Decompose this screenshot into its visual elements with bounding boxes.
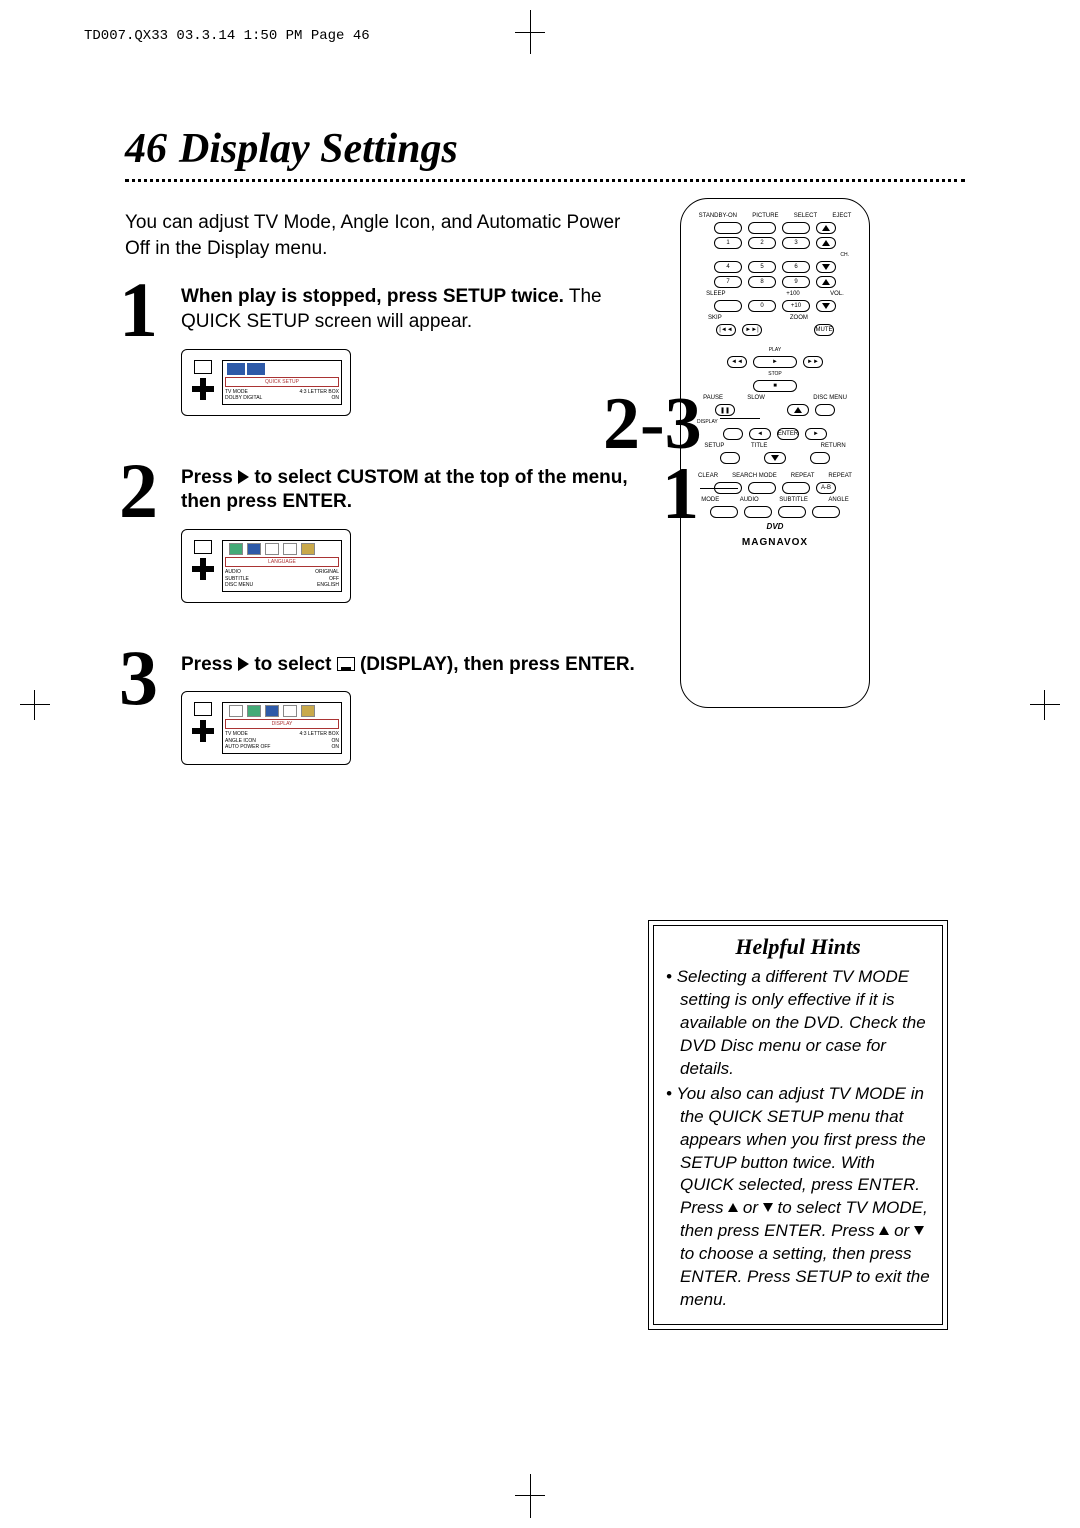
remote-label: SEARCH MODE xyxy=(732,473,777,479)
down-arrow-icon xyxy=(914,1226,924,1235)
remote-label: REPEAT xyxy=(791,473,815,479)
screen-diagram: QUICK SETUP TV MODE4:3 LETTER BOX DOLBY … xyxy=(181,349,351,416)
kv-val: ENGLISH xyxy=(317,582,339,589)
remote-key: 3 xyxy=(782,237,810,249)
remote-label: EJECT xyxy=(832,213,851,219)
remote-key: ►► xyxy=(803,356,823,368)
remote-key: 4 xyxy=(714,261,742,273)
dvd-logo: DVD xyxy=(691,522,859,531)
hints-title: Helpful Hints xyxy=(666,934,930,960)
screen-diagram: DISPLAY TV MODE4:3 LETTER BOX ANGLE ICON… xyxy=(181,691,351,765)
remote-key: A-B xyxy=(816,482,836,494)
remote-label: ANGLE xyxy=(828,497,848,503)
remote-label: REPEAT xyxy=(828,473,852,479)
remote-label: AUDIO xyxy=(740,497,759,503)
step-pre: Press xyxy=(181,467,238,488)
remote-label: +100 xyxy=(786,291,800,297)
kv-key: DISC MENU xyxy=(225,582,253,589)
screen-banner: QUICK SETUP xyxy=(225,377,339,387)
remote-key: 5 xyxy=(748,261,776,273)
remote-key: ◄◄ xyxy=(727,356,747,368)
step-text: Press to select CUSTOM at the top of the… xyxy=(181,466,665,515)
step-text: When play is stopped, press SETUP twice.… xyxy=(181,285,665,334)
hint-item: • Selecting a different TV MODE setting … xyxy=(666,966,930,1081)
step-number: 1 xyxy=(119,265,158,355)
remote-key: 6 xyxy=(782,261,810,273)
step-bold: When play is stopped, press SETUP twice. xyxy=(181,286,564,307)
step-number: 2 xyxy=(119,446,158,536)
title-rule xyxy=(125,179,965,182)
hint-item: • You also can adjust TV MODE in the QUI… xyxy=(666,1083,930,1312)
intro-text: You can adjust TV Mode, Angle Icon, and … xyxy=(125,210,645,261)
kv-val: ON xyxy=(332,744,340,751)
remote-key: 1 xyxy=(714,237,742,249)
screen-banner: LANGUAGE xyxy=(225,557,339,567)
remote-label: SLOW xyxy=(747,395,765,401)
remote-key: 0 xyxy=(748,300,776,312)
brand-logo: MAGNAVOX xyxy=(691,537,859,548)
remote-label: DISPLAY xyxy=(691,419,859,425)
display-icon xyxy=(337,657,355,671)
remote-label: CH. xyxy=(691,252,859,258)
remote-label: TITLE xyxy=(751,443,767,449)
remote-key: ENTER xyxy=(777,428,799,440)
page-title: Display Settings xyxy=(179,125,458,173)
remote-label: SETUP xyxy=(704,443,724,449)
remote-label: RETURN xyxy=(821,443,846,449)
step-mid: to select xyxy=(249,654,337,675)
screen-diagram: LANGUAGE AUDIOORIGINAL SUBTITLEOFF DISC … xyxy=(181,529,351,603)
remote-label: PICTURE xyxy=(752,213,778,219)
step-pre: Press xyxy=(181,654,238,675)
remote-label: CLEAR xyxy=(698,473,718,479)
remote-key: MUTE xyxy=(814,324,834,336)
down-arrow-icon xyxy=(763,1203,773,1212)
remote-label: SKIP xyxy=(708,315,722,321)
remote-key: +10 xyxy=(782,300,810,312)
remote-key: 9 xyxy=(782,276,810,288)
hint-text: Selecting a different TV MODE setting is… xyxy=(677,967,926,1078)
step-number: 3 xyxy=(119,633,158,723)
remote-label: PAUSE xyxy=(703,395,723,401)
remote-key: 8 xyxy=(748,276,776,288)
remote-diagram: STANDBY-ON PICTURE SELECT EJECT 123 CH. … xyxy=(680,198,870,708)
remote-label: PLAY xyxy=(691,347,859,353)
remote-label: MODE xyxy=(701,497,719,503)
remote-key: 7 xyxy=(714,276,742,288)
step-post: (DISPLAY), then press ENTER. xyxy=(355,654,635,675)
remote-label: SELECT xyxy=(794,213,817,219)
page-number: 46 xyxy=(125,125,167,173)
step-text: Press to select (DISPLAY), then press EN… xyxy=(181,653,665,678)
right-arrow-icon xyxy=(238,470,249,484)
right-arrow-icon xyxy=(238,657,249,671)
remote-label: STANDBY-ON xyxy=(699,213,737,219)
up-arrow-icon xyxy=(728,1203,738,1212)
up-arrow-icon xyxy=(879,1226,889,1235)
screen-banner: DISPLAY xyxy=(225,719,339,729)
remote-label: STOP xyxy=(691,371,859,377)
remote-label: SLEEP xyxy=(706,291,725,297)
remote-label: VOL. xyxy=(830,291,844,297)
kv-val: ON xyxy=(332,395,340,402)
hints-box: Helpful Hints • Selecting a different TV… xyxy=(648,920,948,1330)
kv-key: AUTO POWER OFF xyxy=(225,744,270,751)
file-header: TD007.QX33 03.3.14 1:50 PM Page 46 xyxy=(84,28,370,44)
remote-label: ZOOM xyxy=(790,315,808,321)
remote-label: SUBTITLE xyxy=(779,497,808,503)
remote-label: DISC MENU xyxy=(813,395,847,401)
kv-key: DOLBY DIGITAL xyxy=(225,395,262,402)
remote-key: 2 xyxy=(748,237,776,249)
